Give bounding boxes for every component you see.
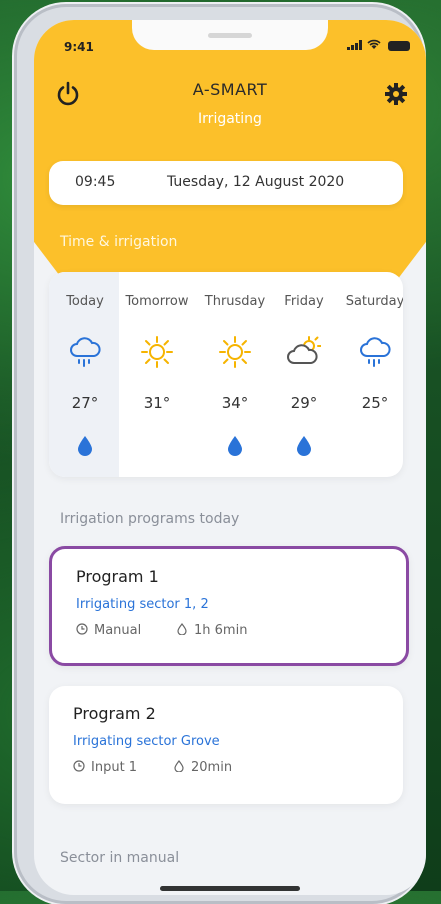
signal-icon [347, 39, 363, 53]
app-status: Irrigating [198, 111, 262, 127]
forecast-day-name: Tomorrow [125, 294, 189, 309]
sun-icon [218, 335, 252, 369]
drop-outline-icon [177, 623, 187, 635]
program-sector: Irrigating sector Grove [73, 734, 220, 749]
forecast-temp: 29° [290, 394, 318, 412]
battery-icon [388, 41, 410, 51]
program-sector: Irrigating sector 1, 2 [76, 597, 209, 612]
forecast-temp: 27° [71, 394, 99, 412]
date-time-bar[interactable]: 09:45 Tuesday, 12 August 2020 [49, 161, 403, 205]
current-date: Tuesday, 12 August 2020 [167, 174, 345, 190]
weather-forecast-card: Today 27° Tomorrow 31° Thrusday 34° Friday 29° S… [49, 272, 403, 477]
wifi-icon [366, 39, 381, 53]
forecast-temp: 31° [143, 394, 171, 412]
phone-frame: Time & irrigation 9:41 A-SMART Irrigatin… [14, 4, 426, 904]
clock-icon [76, 623, 88, 635]
gear-icon[interactable] [384, 82, 408, 106]
section-title-time-irrigation: Time & irrigation [60, 234, 178, 250]
forecast-day: Today 27° [49, 272, 125, 477]
water-drop-icon [295, 435, 313, 457]
forecast-temp: 25° [361, 394, 389, 412]
app-title: A-SMART [192, 80, 268, 99]
water-drop-icon [226, 435, 244, 457]
program-duration-label: 20min [191, 760, 233, 775]
sun-cloud-icon [287, 335, 322, 369]
program-duration: 20min [173, 760, 232, 775]
speaker-grille [208, 33, 252, 38]
program-trigger-label: Input 1 [91, 760, 138, 775]
program-name: Program 1 [76, 567, 159, 586]
current-time: 09:45 [75, 174, 116, 190]
forecast-day: Friday 29° [264, 272, 344, 477]
program-trigger-label: Manual [94, 623, 142, 638]
notch [132, 20, 328, 50]
forecast-day: Saturday 25° [335, 272, 403, 477]
app-screen: Time & irrigation 9:41 A-SMART Irrigatin… [34, 20, 426, 895]
program-name: Program 2 [73, 704, 156, 723]
home-indicator[interactable] [160, 886, 300, 891]
forecast-day: Tomorrow 31° [117, 272, 197, 477]
program-trigger: Input 1 [73, 760, 137, 775]
forecast-day-name: Saturday [345, 294, 403, 309]
clock-icon [73, 760, 85, 772]
forecast-temp: 34° [221, 394, 249, 412]
forecast-day-name: Today [66, 294, 104, 309]
drop-outline-icon [174, 760, 184, 772]
program-duration-label: 1h 6min [194, 623, 248, 638]
program-trigger: Manual [76, 623, 141, 638]
program-card[interactable]: Program 2 Irrigating sector Grove Input … [49, 686, 403, 804]
status-time: 9:41 [64, 40, 94, 54]
water-drop-icon [76, 435, 94, 457]
section-title-sector-manual: Sector in manual [60, 850, 180, 866]
status-icons [347, 39, 410, 53]
rain-cloud-icon [68, 335, 102, 369]
program-duration: 1h 6min [176, 623, 247, 638]
rain-cloud-icon [358, 335, 392, 369]
app-header: Time & irrigation [34, 20, 426, 278]
section-title-programs-today: Irrigation programs today [60, 511, 240, 527]
forecast-day-name: Friday [284, 294, 324, 309]
forecast-day-name: Thrusday [204, 294, 266, 309]
forecast-day: Thrusday 34° [195, 272, 275, 477]
program-card[interactable]: Program 1 Irrigating sector 1, 2 Manual … [49, 546, 409, 666]
sun-icon [140, 335, 174, 369]
